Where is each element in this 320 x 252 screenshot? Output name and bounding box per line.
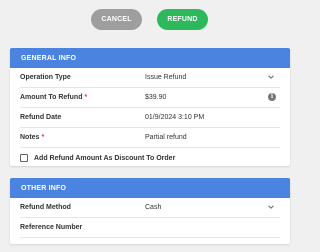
discount-checkbox[interactable]	[20, 154, 28, 162]
reference-number-field[interactable]: Reference Number	[20, 218, 280, 238]
amount-to-refund-value: $39.90	[145, 94, 167, 101]
discount-checkbox-label: Add Refund Amount As Discount To Order	[34, 154, 176, 162]
chevron-down-icon[interactable]	[267, 203, 275, 211]
notes-value: Partial refund	[145, 134, 187, 141]
required-marker: *	[41, 134, 45, 141]
discount-checkbox-row[interactable]: Add Refund Amount As Discount To Order	[20, 148, 280, 166]
cancel-button[interactable]: CANCEL	[91, 9, 142, 30]
info-icon[interactable]: i	[268, 93, 276, 101]
amount-to-refund-field[interactable]: Amount To Refund * $39.90 i	[20, 88, 280, 108]
other-info-panel: OTHER INFO Refund Method Cash Reference …	[10, 178, 290, 244]
refund-date-label: Refund Date	[20, 114, 62, 121]
operation-type-value: Issue Refund	[145, 74, 187, 81]
notes-field[interactable]: Notes * Partial refund	[20, 128, 280, 148]
refund-button[interactable]: REFUND	[157, 9, 208, 30]
required-marker: *	[84, 94, 88, 101]
chevron-down-icon[interactable]	[267, 73, 275, 81]
refund-method-value: Cash	[145, 204, 162, 211]
notes-label: Notes *	[20, 134, 45, 141]
operation-type-label: Operation Type	[20, 74, 71, 81]
reference-number-label: Reference Number	[20, 224, 83, 231]
other-info-header: OTHER INFO	[10, 178, 290, 198]
general-info-header: GENERAL INFO	[10, 48, 290, 68]
refund-method-label: Refund Method	[20, 204, 71, 211]
operation-type-select[interactable]: Operation Type Issue Refund	[20, 68, 280, 88]
refund-date-value: 01/9/2024 3:10 PM	[145, 114, 205, 121]
refund-method-select[interactable]: Refund Method Cash	[20, 198, 280, 218]
amount-to-refund-label: Amount To Refund *	[20, 94, 88, 101]
refund-date-field[interactable]: Refund Date 01/9/2024 3:10 PM	[20, 108, 280, 128]
general-info-panel: GENERAL INFO Operation Type Issue Refund…	[10, 48, 290, 166]
